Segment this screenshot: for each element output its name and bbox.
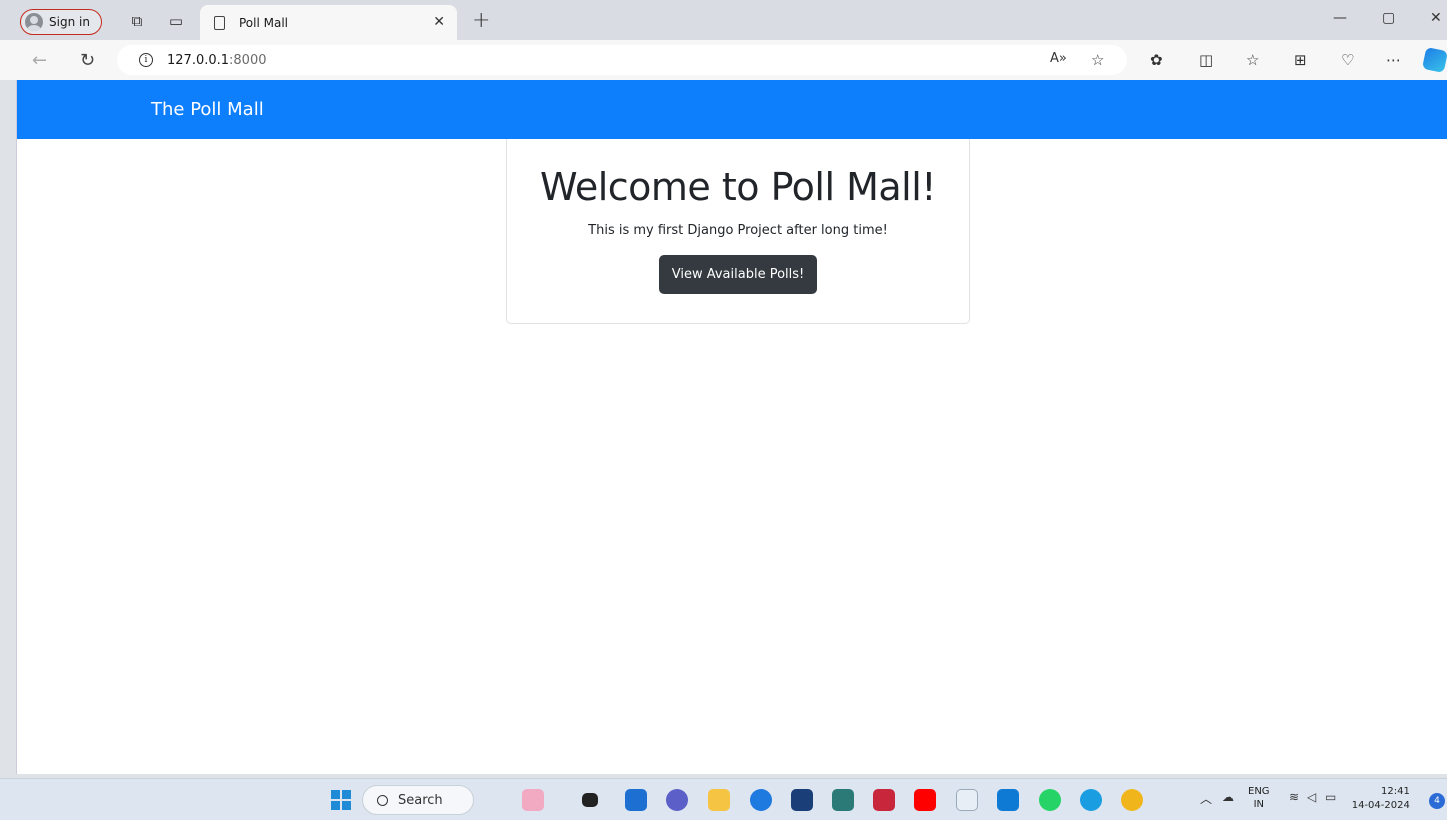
welcome-card: Welcome to Poll Mall! This is my first D…	[506, 139, 970, 324]
close-window-icon[interactable]: ✕	[1430, 10, 1442, 26]
read-aloud-icon[interactable]: A»	[1050, 51, 1067, 66]
file-explorer-icon[interactable]	[708, 789, 730, 811]
travel-widget-icon[interactable]	[522, 789, 544, 811]
lang-top: ENG	[1248, 786, 1270, 797]
document-icon[interactable]	[956, 789, 978, 811]
profile-sign-in-button[interactable]: Sign in	[20, 9, 102, 35]
show-hidden-icons-icon[interactable]: ︿	[1200, 790, 1212, 807]
teams-chat-icon[interactable]	[666, 789, 688, 811]
tab-poll-mall[interactable]: Poll Mall ✕	[200, 5, 457, 40]
wifi-icon[interactable]: ≋	[1289, 790, 1299, 804]
navbar-brand[interactable]: The Poll Mall	[151, 99, 264, 120]
language-indicator[interactable]: ENG IN	[1248, 785, 1270, 811]
edge-icon[interactable]	[1080, 789, 1102, 811]
close-tab-icon[interactable]: ✕	[433, 14, 445, 30]
notification-badge[interactable]: 4	[1429, 793, 1445, 809]
copilot-icon[interactable]	[1421, 46, 1447, 74]
site-navbar: The Poll Mall	[17, 80, 1447, 139]
clock-date: 14-04-2024	[1351, 800, 1410, 811]
page-viewport: The Poll Mall Welcome to Poll Mall! This…	[16, 80, 1447, 774]
address-bar[interactable]: i 127.0.0.1:8000	[117, 45, 1127, 75]
url-host: 127.0.0.1	[167, 52, 230, 68]
task-view-icon[interactable]	[582, 793, 598, 807]
lang-bottom: IN	[1253, 799, 1264, 810]
profile-avatar-icon	[25, 13, 43, 31]
address-toolbar: ← ↻ i 127.0.0.1:8000 A» ☆ ✿ ◫ ☆ ⊞ ♡ ⋯	[0, 40, 1447, 80]
vscode-icon[interactable]	[997, 789, 1019, 811]
volume-icon[interactable]: ◁	[1307, 790, 1316, 804]
refresh-icon[interactable]: ↻	[80, 50, 95, 71]
help-icon[interactable]	[750, 789, 772, 811]
browser-essentials-icon[interactable]: ♡	[1341, 51, 1354, 69]
view-polls-button[interactable]: View Available Polls!	[658, 255, 818, 294]
windows-start-icon[interactable]	[331, 790, 351, 810]
minimize-icon[interactable]: —	[1333, 10, 1347, 26]
back-icon[interactable]: ←	[32, 50, 47, 71]
new-tab-icon[interactable]: +	[472, 8, 490, 33]
workspaces-icon[interactable]: ⧉	[128, 12, 146, 30]
microsoft-store-icon[interactable]	[791, 789, 813, 811]
browser-tab-bar: Sign in ⧉ ▭ Poll Mall ✕ + — ▢ ✕	[0, 0, 1447, 40]
youtube-icon[interactable]	[914, 789, 936, 811]
tab-title: Poll Mall	[239, 15, 289, 30]
page-icon	[214, 15, 225, 30]
search-label: Search	[398, 792, 443, 808]
clock-time: 12:41	[1381, 786, 1410, 797]
widgets-icon[interactable]	[625, 789, 647, 811]
favorite-star-icon[interactable]: ☆	[1091, 51, 1104, 69]
search-icon	[377, 794, 388, 806]
site-info-icon[interactable]: i	[139, 53, 153, 67]
page-title: Welcome to Poll Mall!	[539, 165, 937, 209]
collections-icon[interactable]: ⊞	[1294, 51, 1307, 69]
app-icon[interactable]	[832, 789, 854, 811]
favorites-icon[interactable]: ☆	[1246, 51, 1259, 69]
chrome-icon[interactable]	[1121, 789, 1143, 811]
battery-icon[interactable]: ▭	[1325, 790, 1336, 804]
windows-taskbar: Search ︿ ☁ ENG IN ≋ ◁ ▭ 12:41 14-04-2024…	[0, 778, 1447, 820]
whatsapp-icon[interactable]	[1039, 789, 1061, 811]
taskbar-search[interactable]: Search	[362, 785, 474, 815]
url-port: :8000	[229, 52, 267, 68]
mcafee-icon[interactable]	[873, 789, 895, 811]
welcome-subtext: This is my first Django Project after lo…	[588, 223, 888, 238]
tab-actions-icon[interactable]: ▭	[167, 12, 185, 30]
cloud-icon[interactable]: ☁	[1222, 790, 1234, 804]
extensions-icon[interactable]: ✿	[1150, 51, 1163, 69]
profile-label: Sign in	[49, 15, 90, 29]
more-menu-icon[interactable]: ⋯	[1386, 51, 1401, 69]
split-screen-icon[interactable]: ◫	[1199, 51, 1213, 69]
restore-icon[interactable]: ▢	[1382, 10, 1395, 26]
system-clock[interactable]: 12:41 14-04-2024	[1352, 785, 1410, 813]
